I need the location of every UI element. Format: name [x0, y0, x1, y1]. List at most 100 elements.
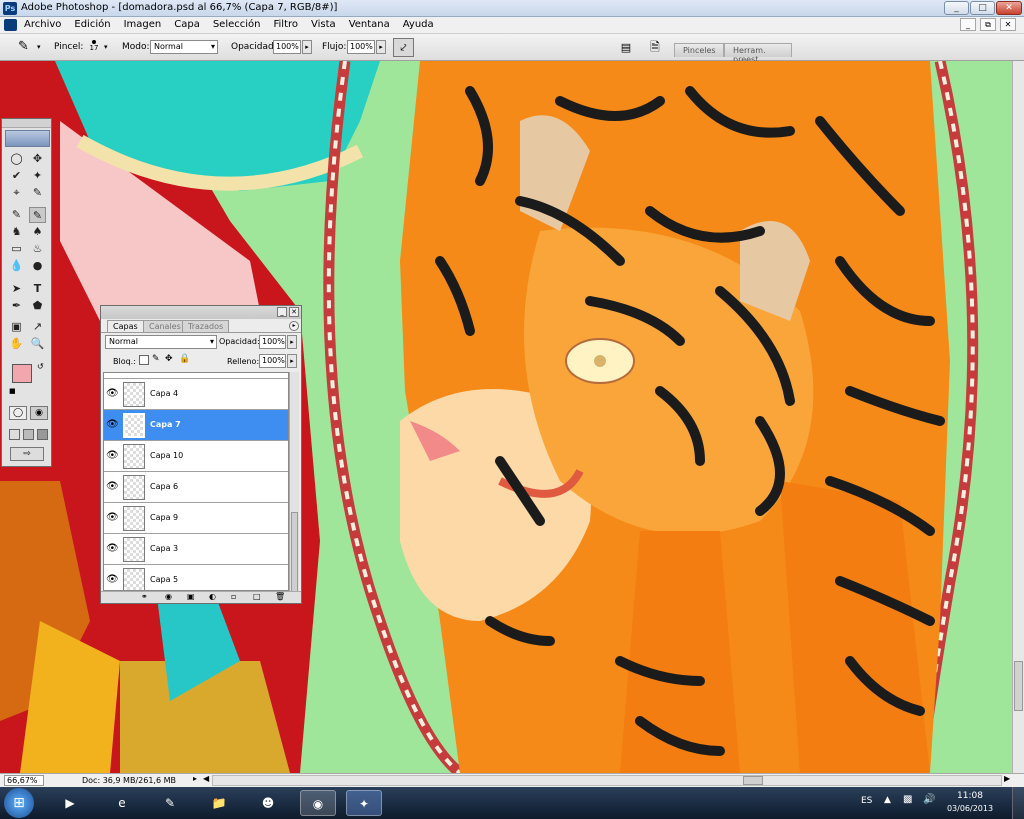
standard-mode-icon[interactable]: ◯ [9, 406, 27, 420]
file-browser-icon[interactable]: 🗎 [645, 38, 665, 57]
scroll-left-icon[interactable]: ◀ [203, 774, 209, 783]
visibility-eye-icon[interactable]: 👁 [106, 543, 119, 555]
palette-well-icon[interactable]: ▤ [618, 40, 634, 55]
doc-minimize-button[interactable]: _ [960, 18, 976, 31]
zoom-field[interactable]: 66,67% [4, 775, 44, 786]
panel-close-icon[interactable]: ✕ [289, 307, 299, 317]
lock-transparency-icon[interactable] [139, 355, 149, 365]
visibility-eye-icon[interactable]: 👁 [106, 450, 119, 462]
move-tool-icon[interactable]: ✥ [29, 151, 46, 167]
tab-canales[interactable]: Canales [143, 320, 187, 332]
shape-tool-icon[interactable]: ⬟ [29, 298, 46, 314]
layer-opacity-arrow-icon[interactable]: ▸ [287, 335, 297, 349]
opacity-slider-arrow-icon[interactable]: ▸ [302, 40, 312, 54]
paint-bucket-tool-icon[interactable]: ♨ [29, 241, 46, 257]
brush-dropdown-arrow-icon[interactable]: ▾ [104, 43, 108, 51]
app-menu-icon[interactable] [4, 19, 17, 31]
brush-tool-icon[interactable]: ✎ [29, 207, 46, 223]
visibility-eye-icon[interactable]: 👁 [106, 419, 119, 431]
menu-capa[interactable]: Capa [174, 19, 200, 30]
path-selection-tool-icon[interactable]: ➤ [8, 281, 25, 297]
new-group-icon[interactable]: ▫ [231, 592, 236, 601]
menu-ayuda[interactable]: Ayuda [403, 19, 434, 30]
clock-date[interactable]: 03/06/2013 [942, 804, 998, 813]
preset-dropdown-arrow-icon[interactable]: ▾ [37, 43, 41, 51]
zoom-tool-icon[interactable]: 🔍 [29, 336, 46, 352]
opacity-field[interactable]: 100% [273, 40, 301, 54]
visibility-eye-icon[interactable]: 👁 [106, 574, 119, 586]
paint-app-icon[interactable]: ✎ [152, 790, 188, 816]
scroll-right-icon[interactable]: ▶ [1004, 774, 1010, 783]
internet-explorer-icon[interactable]: e [104, 790, 140, 816]
fill-arrow-icon[interactable]: ▸ [287, 354, 297, 368]
horizontal-scrollbar-thumb[interactable] [743, 776, 763, 785]
minimize-button[interactable]: _ [944, 1, 969, 15]
brush-picker[interactable]: 17 [86, 37, 102, 59]
fill-field[interactable]: 100% [259, 354, 286, 368]
blend-mode-select[interactable]: Normal [105, 335, 217, 349]
layers-scrollbar[interactable] [289, 372, 299, 592]
lock-all-icon[interactable]: 🔒 [179, 354, 190, 364]
photoshop-taskbar-icon[interactable]: ✦ [346, 790, 382, 816]
blur-tool-icon[interactable]: 💧 [8, 258, 25, 274]
crop-tool-icon[interactable]: ⌖ [8, 185, 25, 201]
file-explorer-icon[interactable]: 📁 [201, 790, 237, 816]
lock-position-icon[interactable]: ✥ [165, 354, 173, 364]
tab-trazados[interactable]: Trazados [182, 320, 230, 332]
layer-row[interactable]: 👁 Capa 6 [104, 472, 288, 503]
layer-row[interactable]: 👁 Capa 3 [104, 534, 288, 565]
jump-to-imageready-icon[interactable]: ⇨ [10, 447, 44, 461]
tab-capas[interactable]: Capas [107, 320, 144, 332]
swap-colors-icon[interactable]: ↺ [37, 362, 44, 371]
maximize-button[interactable]: □ [970, 1, 995, 15]
menu-ventana[interactable]: Ventana [349, 19, 390, 30]
flow-slider-arrow-icon[interactable]: ▸ [376, 40, 386, 54]
clone-stamp-tool-icon[interactable]: ♞ [8, 224, 25, 240]
healing-brush-tool-icon[interactable]: ✎ [8, 207, 25, 223]
tray-up-arrow-icon[interactable]: ▲ [884, 795, 891, 805]
layer-row[interactable]: 👁 Capa 9 [104, 503, 288, 534]
default-colors-icon[interactable]: ■ [9, 387, 16, 395]
doc-close-button[interactable]: ✕ [1000, 18, 1016, 31]
notes-tool-icon[interactable]: ▣ [8, 319, 25, 335]
layer-row[interactable]: 👁 Capa 10 [104, 441, 288, 472]
lock-pixels-icon[interactable]: ✎ [152, 354, 160, 364]
screen-mode-standard-icon[interactable] [9, 429, 20, 440]
menu-archivo[interactable]: Archivo [24, 19, 61, 30]
scrollbar-thumb[interactable] [291, 512, 298, 592]
media-player-icon[interactable]: ▶ [52, 790, 88, 816]
delete-layer-icon[interactable]: 🗑 [275, 592, 285, 601]
pen-tool-icon[interactable]: ✒ [8, 298, 25, 314]
screen-mode-full-menu-icon[interactable] [23, 429, 34, 440]
type-tool-icon[interactable]: T [29, 281, 46, 297]
language-indicator[interactable]: ES [861, 796, 872, 806]
screen-mode-full-icon[interactable] [37, 429, 48, 440]
clock-time[interactable]: 11:08 [950, 791, 990, 801]
magic-wand-tool-icon[interactable]: ✦ [29, 168, 46, 184]
close-button[interactable]: ✕ [996, 1, 1022, 15]
vertical-scrollbar-thumb[interactable] [1014, 661, 1023, 711]
panel-minimize-icon[interactable]: _ [277, 307, 287, 317]
visibility-eye-icon[interactable]: 👁 [106, 388, 119, 400]
flow-field[interactable]: 100% [347, 40, 375, 54]
adobe-online-icon[interactable] [5, 130, 50, 147]
dodge-tool-icon[interactable]: ● [29, 258, 46, 274]
horizontal-scrollbar[interactable] [212, 775, 1002, 786]
menu-seleccion[interactable]: Selección [213, 19, 261, 30]
hand-tool-icon[interactable]: ✋ [8, 336, 25, 352]
layer-style-fx-icon[interactable]: ◉ [165, 592, 172, 601]
layers-panel-header[interactable] [101, 306, 301, 319]
layer-opacity-field[interactable]: 100% [259, 335, 286, 349]
brush-tool-preset-icon[interactable]: ✎ [18, 39, 36, 55]
foreground-color-swatch[interactable] [12, 364, 32, 383]
tab-pinceles[interactable]: Pinceles [674, 43, 724, 57]
visibility-eye-icon[interactable]: 👁 [106, 512, 119, 524]
lasso-tool-icon[interactable]: ✔ [8, 168, 25, 184]
visibility-eye-icon[interactable]: 👁 [106, 481, 119, 493]
new-layer-icon[interactable]: □ [253, 592, 261, 601]
layer-row[interactable]: 👁 Capa 5 [104, 565, 288, 590]
mode-select[interactable]: Normal [150, 40, 218, 54]
eraser-tool-icon[interactable]: ▭ [8, 241, 25, 257]
menu-edicion[interactable]: Edición [74, 19, 110, 30]
network-icon[interactable]: ▩ [903, 794, 912, 805]
